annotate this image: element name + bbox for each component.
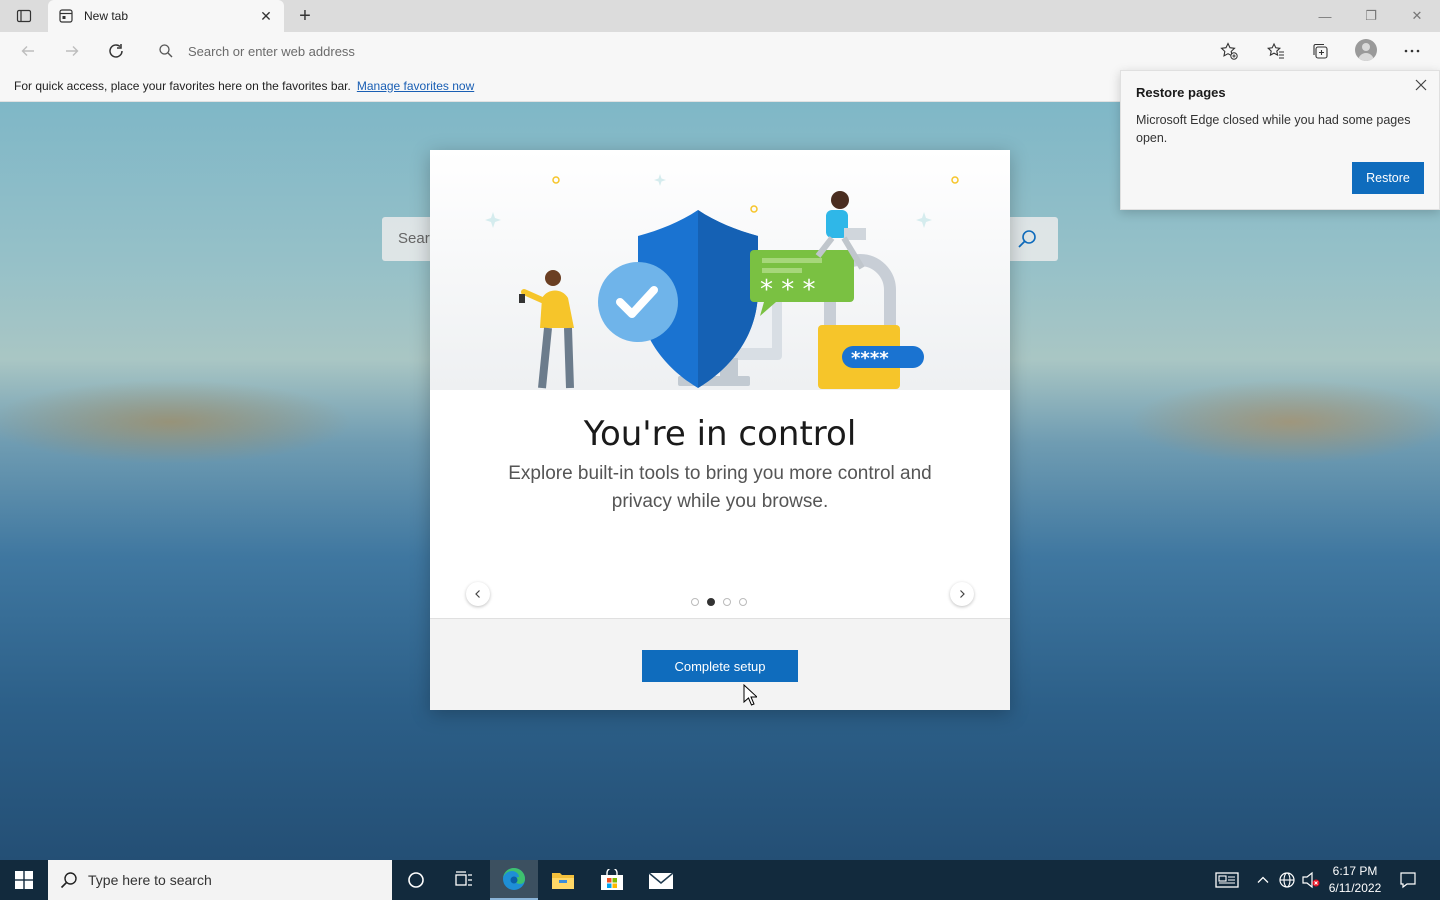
add-favorite-star-icon[interactable] (1215, 37, 1243, 65)
task-view-icon[interactable] (440, 860, 488, 900)
tab-new-tab[interactable]: New tab ✕ (48, 0, 284, 32)
flyout-title: Restore pages (1136, 85, 1226, 100)
system-clock[interactable]: 6:17 PM 6/11/2022 (1322, 863, 1388, 897)
windows-start-icon[interactable] (0, 860, 48, 900)
carousel-dot[interactable] (691, 598, 699, 606)
new-tab-plus-icon[interactable]: + (292, 4, 318, 28)
action-center-notification-icon[interactable] (1398, 870, 1418, 890)
clock-time: 6:17 PM (1332, 864, 1378, 878)
volume-muted-icon[interactable] (1301, 870, 1321, 890)
clock-date: 6/11/2022 (1328, 881, 1382, 895)
flyout-message: Microsoft Edge closed while you had some… (1136, 113, 1411, 145)
news-and-interests-icon[interactable] (1215, 870, 1239, 890)
dialog-title: You're in control (583, 414, 857, 454)
privacy-illustration: * * * **** (430, 150, 1010, 390)
cortana-circle-icon[interactable] (392, 860, 440, 900)
password-text: * * * (760, 275, 816, 305)
carousel-dot[interactable] (739, 598, 747, 606)
tab-actions-icon[interactable] (8, 4, 40, 28)
carousel-dot[interactable] (723, 598, 731, 606)
carousel-dots (691, 598, 751, 606)
taskbar-search-box[interactable]: Type here to search (48, 860, 392, 900)
back-arrow-icon[interactable] (14, 37, 42, 65)
page-search-placeholder: Sear (398, 230, 430, 247)
window-controls: — ❐ ✕ (1302, 0, 1440, 32)
taskbar-search-placeholder: Type here to search (88, 872, 212, 888)
taskbar: Type here to search 6:17 PM 6/11/2022 (0, 860, 1440, 900)
address-bar[interactable]: Search or enter web address (146, 36, 1196, 66)
chevron-up-icon[interactable] (1253, 870, 1273, 890)
mail-icon[interactable] (637, 860, 685, 900)
dialog-description: Explore built-in tools to bring you more… (508, 463, 932, 512)
title-bar: New tab ✕ + — ❐ ✕ (0, 0, 1440, 32)
tab-title: New tab (84, 9, 129, 23)
favorites-bar-message: For quick access, place your favorites h… (14, 78, 351, 93)
refresh-icon[interactable] (102, 37, 130, 65)
manage-favorites-link[interactable]: Manage favorites now (357, 79, 474, 93)
file-explorer-icon[interactable] (539, 860, 587, 900)
restore-pages-flyout: Restore pages Microsoft Edge closed whil… (1120, 70, 1440, 210)
edge-browser-icon[interactable] (490, 860, 538, 900)
pin-text: **** (851, 348, 889, 369)
dialog-footer: Complete setup (430, 618, 1010, 710)
search-icon (158, 43, 174, 59)
restore-window-icon[interactable]: ❐ (1348, 0, 1394, 32)
forward-arrow-icon[interactable] (58, 37, 86, 65)
more-options-icon[interactable] (1398, 37, 1426, 65)
microsoft-store-icon[interactable] (588, 860, 636, 900)
favorites-icon[interactable] (1262, 37, 1290, 65)
minimize-icon[interactable]: — (1302, 0, 1348, 32)
search-icon[interactable] (1016, 228, 1038, 250)
welcome-dialog: * * * **** You're in control Explore bui… (430, 150, 1010, 710)
browser-toolbar: Search or enter web address (0, 32, 1440, 70)
new-tab-page-icon (58, 8, 74, 24)
close-window-icon[interactable]: ✕ (1394, 0, 1440, 32)
carousel-dot-active[interactable] (707, 598, 715, 606)
address-placeholder: Search or enter web address (188, 43, 355, 59)
profile-avatar[interactable] (1355, 39, 1377, 61)
restore-button[interactable]: Restore (1352, 162, 1424, 194)
previous-chevron-icon[interactable] (466, 582, 490, 606)
close-tab-icon[interactable]: ✕ (258, 8, 274, 24)
close-icon[interactable] (1411, 75, 1431, 95)
complete-setup-button[interactable]: Complete setup (642, 650, 798, 682)
next-chevron-icon[interactable] (950, 582, 974, 606)
collections-icon[interactable] (1306, 37, 1334, 65)
mouse-cursor-icon (743, 684, 757, 706)
network-globe-icon[interactable] (1277, 870, 1297, 890)
search-icon (60, 871, 78, 889)
